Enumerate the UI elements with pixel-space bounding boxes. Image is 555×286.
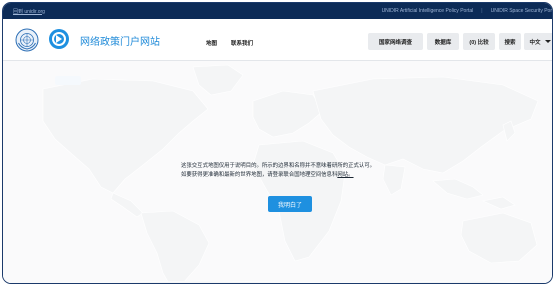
database-button[interactable]: 数据库 [427, 33, 459, 50]
unidir-logo-icon[interactable] [48, 28, 70, 50]
compare-button[interactable]: (0) 比较 [463, 33, 495, 50]
language-select[interactable]: 中文 [524, 33, 552, 50]
separator: | [481, 8, 483, 14]
national-survey-button[interactable]: 国家网络调查 [368, 33, 423, 50]
browser-frame: 回到 unidir.org UNIDIR Artificial Intellig… [2, 2, 553, 284]
site-title[interactable]: 网络政策门户网站 [80, 33, 160, 48]
portal-links: UNIDIR Artificial Intelligence Policy Po… [382, 3, 552, 19]
disclaimer-dialog: 这张交互式地图仅用于说明目的。所示的边界和名称并不意味着研所的正式认可。如要获得… [181, 162, 379, 179]
language-label: 中文 [529, 39, 541, 46]
back-to-unidir-link[interactable]: 回到 unidir.org [13, 8, 45, 15]
un-emblem-icon[interactable] [15, 28, 39, 52]
space-portal-link[interactable]: UNIDIR Space Security Por [491, 8, 552, 14]
understood-button[interactable]: 我明白了 [268, 196, 312, 212]
un-geospatial-link[interactable]: 网站。 [337, 172, 353, 178]
ai-portal-link[interactable]: UNIDIR Artificial Intelligence Policy Po… [382, 8, 474, 14]
top-strip: 回到 unidir.org UNIDIR Artificial Intellig… [3, 3, 552, 19]
chevron-down-icon [544, 40, 551, 43]
nav-contact-link[interactable]: 联系我们 [231, 39, 253, 47]
search-button[interactable]: 搜索 [499, 33, 521, 50]
nav-map-link[interactable]: 地图 [206, 39, 217, 47]
site-header: 网络政策门户网站 地图 联系我们 国家网络调查 数据库 (0) 比较 搜索 中文 [3, 19, 552, 61]
